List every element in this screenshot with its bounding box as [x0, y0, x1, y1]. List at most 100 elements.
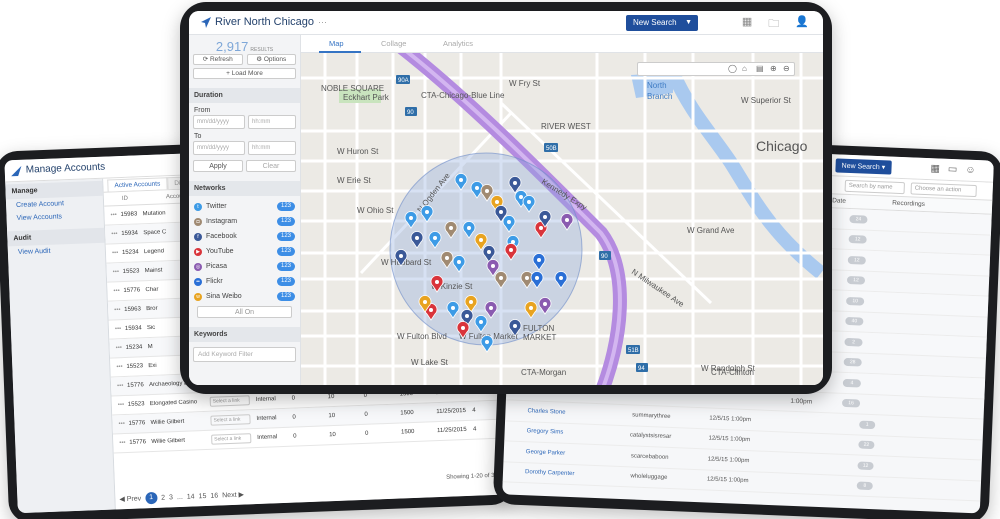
row-menu-icon[interactable]: •••: [113, 288, 123, 294]
to-time-input[interactable]: hh:mm: [248, 141, 296, 155]
page-link[interactable]: 16: [210, 492, 218, 499]
network-count-badge[interactable]: 123: [276, 292, 295, 301]
network-label: Sina Weibo: [206, 293, 242, 300]
choose-action-select[interactable]: Choose an action: [910, 182, 977, 198]
user-icon[interactable]: 👤: [795, 15, 809, 34]
person-name[interactable]: Dorothy Carpenter: [503, 469, 591, 479]
network-count-badge[interactable]: 123: [276, 262, 295, 271]
tab-map[interactable]: Map: [329, 39, 344, 48]
row-menu-icon[interactable]: •••: [116, 345, 126, 351]
row-menu-icon[interactable]: •••: [113, 269, 123, 275]
grid-icon[interactable]: ▦: [742, 15, 752, 34]
network-item[interactable]: t Twitter 123: [189, 199, 300, 214]
chevron-down-icon[interactable]: ▼: [685, 15, 692, 31]
zoom-in-icon[interactable]: ⊕: [770, 64, 777, 73]
network-item[interactable]: •• Flickr 123: [189, 274, 300, 289]
page-link[interactable]: 15: [198, 492, 206, 499]
user-icon[interactable]: ☺: [965, 165, 984, 177]
person-name[interactable]: Gregory Sims: [505, 428, 593, 438]
to-date-input[interactable]: mm/dd/yyyy: [193, 141, 245, 155]
view-audit-link[interactable]: View Audit: [8, 243, 105, 260]
row-menu-icon[interactable]: •••: [111, 231, 121, 237]
svg-text:50B: 50B: [546, 146, 557, 152]
page-link[interactable]: 14: [187, 493, 195, 500]
options-button[interactable]: ⚙ Options: [246, 54, 296, 65]
svg-text:90: 90: [601, 254, 608, 260]
account-name[interactable]: Elongated Casino: [150, 399, 210, 407]
col-recordings[interactable]: Recordings: [892, 200, 925, 208]
zoom-out-icon[interactable]: ⊖: [783, 64, 790, 73]
instagram-icon: ◘: [194, 217, 202, 226]
row-menu-icon[interactable]: •••: [118, 402, 128, 408]
network-count-badge[interactable]: 123: [276, 232, 295, 241]
map-layers-icon[interactable]: ▤: [756, 64, 764, 73]
tab-active-accounts[interactable]: Active Accounts: [107, 177, 168, 192]
page-link[interactable]: 2: [161, 494, 165, 501]
refresh-button[interactable]: ⟳ Refresh: [193, 54, 243, 65]
network-count-badge[interactable]: 123: [276, 247, 295, 256]
polygon-draw-icon[interactable]: ⌂: [742, 64, 747, 73]
tab-collage[interactable]: Collage: [381, 39, 406, 48]
search-by-name-input[interactable]: Search by name: [844, 179, 905, 195]
load-more-button[interactable]: + Load More: [193, 68, 296, 79]
page-link[interactable]: ◀ Prev: [119, 494, 141, 503]
network-item[interactable]: w Sina Weibo 123: [189, 289, 300, 304]
recording-count-badge: 12: [847, 255, 866, 265]
cell-value: 1500: [401, 428, 415, 436]
map-view[interactable]: 90A 90 50B 90 51B 94 W Fry St North Branch…: [301, 53, 823, 385]
cell-date: 11/25/2015: [436, 407, 467, 416]
map-label: W Superior St: [741, 96, 792, 105]
account-id: 15523: [122, 268, 140, 276]
row-menu-icon[interactable]: •••: [115, 326, 125, 332]
all-on-button[interactable]: All On: [197, 306, 292, 318]
folder-icon[interactable]: 🗀: [768, 15, 779, 34]
from-date-input[interactable]: mm/dd/yyyy: [193, 115, 245, 129]
page-link[interactable]: 1: [144, 491, 158, 505]
row-menu-icon[interactable]: •••: [112, 250, 122, 256]
col-date[interactable]: Date: [832, 197, 892, 206]
page-link[interactable]: Next ▶: [222, 491, 244, 500]
person-name[interactable]: George Parker: [504, 448, 592, 458]
view-accounts-link[interactable]: View Accounts: [6, 209, 103, 226]
more-icon[interactable]: ···: [318, 17, 327, 27]
recording-count-badge: 12: [846, 276, 866, 285]
account-type: Internal: [256, 415, 277, 422]
network-item[interactable]: ◎ Picasa 123: [189, 259, 300, 274]
person-name[interactable]: Charles Stone: [505, 407, 593, 417]
row-menu-icon[interactable]: •••: [110, 212, 120, 218]
link-select[interactable]: Select a link: [210, 414, 251, 426]
link-select[interactable]: Select a link: [209, 395, 250, 407]
network-count-badge[interactable]: 123: [276, 202, 295, 211]
map-canvas[interactable]: 90A 90 50B 90 51B 94 W Fry St North Branch…: [301, 53, 823, 385]
circle-draw-icon[interactable]: ◯: [728, 64, 737, 73]
col-id[interactable]: ID: [122, 194, 166, 201]
app-title: Manage Accounts: [25, 161, 106, 176]
from-time-input[interactable]: hh:mm: [248, 115, 296, 129]
row-menu-icon[interactable]: •••: [114, 307, 124, 313]
new-search-button-right[interactable]: New Search ▾: [835, 158, 892, 175]
account-id: 15983: [120, 211, 138, 219]
account-name[interactable]: Willie Gilbert: [150, 418, 210, 426]
grid-icon[interactable]: ▦: [930, 163, 948, 175]
network-item[interactable]: f Facebook 123: [189, 229, 300, 244]
map-marker[interactable]: [480, 335, 494, 353]
row-menu-icon[interactable]: •••: [117, 383, 127, 389]
tab-analytics[interactable]: Analytics: [443, 39, 473, 48]
row-menu-icon[interactable]: •••: [116, 364, 126, 370]
network-item[interactable]: ◘ Instagram 123: [189, 214, 300, 229]
clear-button[interactable]: Clear: [246, 160, 296, 172]
account-name[interactable]: Willie Gilbert: [151, 437, 211, 445]
folder-icon[interactable]: ▭: [948, 164, 966, 176]
page-link[interactable]: 3: [169, 494, 173, 501]
link-select[interactable]: Select a link: [211, 433, 252, 445]
apply-button[interactable]: Apply: [193, 160, 243, 172]
new-search-button[interactable]: New Search ▼: [626, 15, 698, 31]
row-menu-icon[interactable]: •••: [119, 440, 129, 446]
network-item[interactable]: ▶ YouTube 123: [189, 244, 300, 259]
duration-header: Duration: [189, 88, 300, 103]
map-label: NOBLE SQUARE: [321, 84, 384, 93]
keyword-filter-input[interactable]: Add Keyword Filter: [193, 347, 296, 362]
network-count-badge[interactable]: 123: [276, 277, 295, 286]
row-menu-icon[interactable]: •••: [118, 421, 128, 427]
network-count-badge[interactable]: 123: [276, 217, 295, 226]
